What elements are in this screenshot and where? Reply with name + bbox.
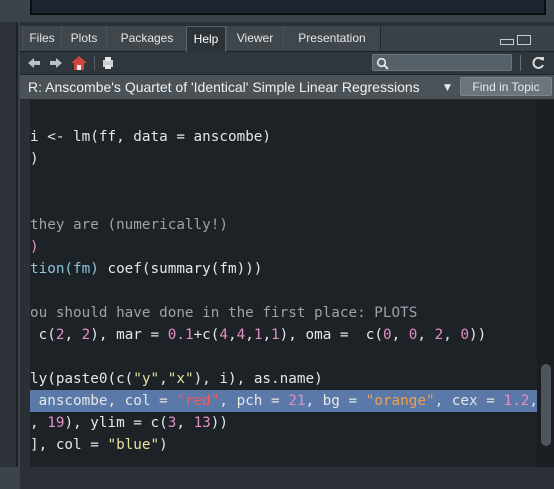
- minimize-pane-icon[interactable]: [500, 39, 514, 45]
- code-token: (ff, data = anscombe): [90, 129, 272, 145]
- code-token: , pch =: [219, 393, 289, 409]
- help-toolbar: [20, 52, 554, 75]
- console-pane-edge: [30, 0, 546, 15]
- toolbar-separator-2: [520, 55, 521, 71]
- code-token: coef(summary(fm))): [107, 261, 263, 277]
- help-topic-title[interactable]: R: Anscombe's Quartet of 'Identical' Sim…: [28, 79, 420, 95]
- help-search-input[interactable]: [372, 54, 512, 71]
- code-token: ), i), as.name): [193, 371, 323, 387]
- code-token: c(: [30, 327, 56, 343]
- code-token: ): [159, 437, 168, 453]
- tab-viewer[interactable]: Viewer: [226, 26, 284, 50]
- code-number: 13: [193, 415, 211, 431]
- help-content: i <- lm(ff, data = anscombe) ) they are …: [30, 100, 537, 467]
- print-icon[interactable]: [100, 55, 116, 71]
- code-token: +c(: [193, 327, 220, 343]
- code-string: "y": [133, 371, 160, 387]
- tab-presentation[interactable]: Presentation: [283, 26, 381, 50]
- code-token: ): [30, 239, 39, 255]
- code-number: 1: [271, 327, 280, 343]
- home-icon[interactable]: [70, 55, 87, 71]
- code-number: 0.1: [167, 327, 194, 343]
- code-token: ,: [529, 393, 537, 409]
- code-token: anscombe, col =: [30, 393, 177, 409]
- help-scrollbar-thumb[interactable]: [541, 364, 551, 446]
- code-number: 19: [47, 415, 65, 431]
- refresh-icon[interactable]: [530, 55, 546, 71]
- code-comment: ou should have done in the first place: …: [30, 305, 418, 321]
- code-number: 0: [382, 327, 392, 343]
- code-token: ,: [176, 415, 194, 431]
- code-line-highlighted: anscombe, col = "red", pch = 21, bg = "o…: [30, 390, 537, 412]
- code-string: "red": [176, 393, 220, 409]
- code-token: ,: [245, 327, 254, 343]
- code-string: "blue": [107, 437, 160, 453]
- code-line: ], col = "blue"): [30, 434, 537, 456]
- arrow-left-icon[interactable]: [26, 55, 42, 71]
- code-token: ,: [159, 371, 168, 387]
- code-token: ,: [262, 327, 272, 343]
- code-token: tion(fm): [30, 261, 108, 277]
- code-token: i <-: [30, 129, 74, 145]
- code-line: , 19), ylim = c(3, 13)): [30, 412, 537, 434]
- pane-splitter[interactable]: [16, 22, 18, 467]
- code-token: ), oma = c(: [279, 327, 383, 343]
- code-token: ,: [30, 415, 48, 431]
- code-number: 2: [434, 327, 444, 343]
- toolbar-separator: [94, 56, 95, 70]
- code-token: ,: [417, 327, 435, 343]
- code-line: i <- lm(ff, data = anscombe): [30, 126, 537, 148]
- tab-help[interactable]: Help: [186, 26, 226, 53]
- code-token: ,: [64, 327, 82, 343]
- code-token: )): [210, 415, 228, 431]
- code-token: )): [469, 327, 487, 343]
- code-token: , cex =: [434, 393, 504, 409]
- code-number: 4: [236, 327, 246, 343]
- code-line: tion(fm) coef(summary(fm))): [30, 258, 537, 280]
- code-token: ,: [443, 327, 461, 343]
- tab-plots[interactable]: Plots: [61, 26, 107, 50]
- code-token: ), ylim = c(: [64, 415, 168, 431]
- find-in-topic-button[interactable]: Find in Topic: [460, 77, 552, 96]
- code-token: ly(paste0(c(: [30, 371, 134, 387]
- code-line: c(2, 2), mar = 0.1+c(4,4,1,1), oma = c(0…: [30, 324, 537, 346]
- code-number: 1.2: [503, 393, 530, 409]
- code-token: , bg =: [305, 393, 366, 409]
- maximize-pane-icon[interactable]: [517, 35, 531, 45]
- code-number: 0: [460, 327, 470, 343]
- code-string: "x": [167, 371, 194, 387]
- code-number: 4: [219, 327, 228, 343]
- code-token: lm: [73, 129, 91, 145]
- help-pane: Files Plots Packages Help Viewer Present…: [20, 22, 554, 489]
- code-comment: they are (numerically!): [30, 217, 228, 233]
- code-string: "orange": [365, 393, 435, 409]
- tab-packages[interactable]: Packages: [106, 26, 188, 50]
- code-number: 21: [288, 393, 306, 409]
- pane-bottom: [20, 467, 554, 489]
- tab-files[interactable]: Files: [22, 26, 62, 50]
- code-token: ), mar =: [90, 327, 168, 343]
- code-token: ,: [391, 327, 409, 343]
- code-line: ou should have done in the first place: …: [30, 302, 537, 324]
- code-number: 2: [81, 327, 91, 343]
- code-line: ly(paste0(c("y","x"), i), as.name): [30, 368, 537, 390]
- search-icon: [376, 56, 390, 75]
- help-topic-bar: R: Anscombe's Quartet of 'Identical' Sim…: [20, 75, 554, 100]
- arrow-right-icon[interactable]: [48, 55, 64, 71]
- code-token: ): [30, 151, 39, 167]
- code-token: ,: [228, 327, 237, 343]
- code-line: they are (numerically!): [30, 214, 537, 236]
- code-line: ): [30, 148, 537, 170]
- pane-tabbar: Files Plots Packages Help Viewer Present…: [20, 26, 554, 53]
- code-line: ): [30, 236, 537, 258]
- chevron-down-icon[interactable]: ▼: [444, 83, 451, 93]
- code-token: ], col =: [30, 437, 108, 453]
